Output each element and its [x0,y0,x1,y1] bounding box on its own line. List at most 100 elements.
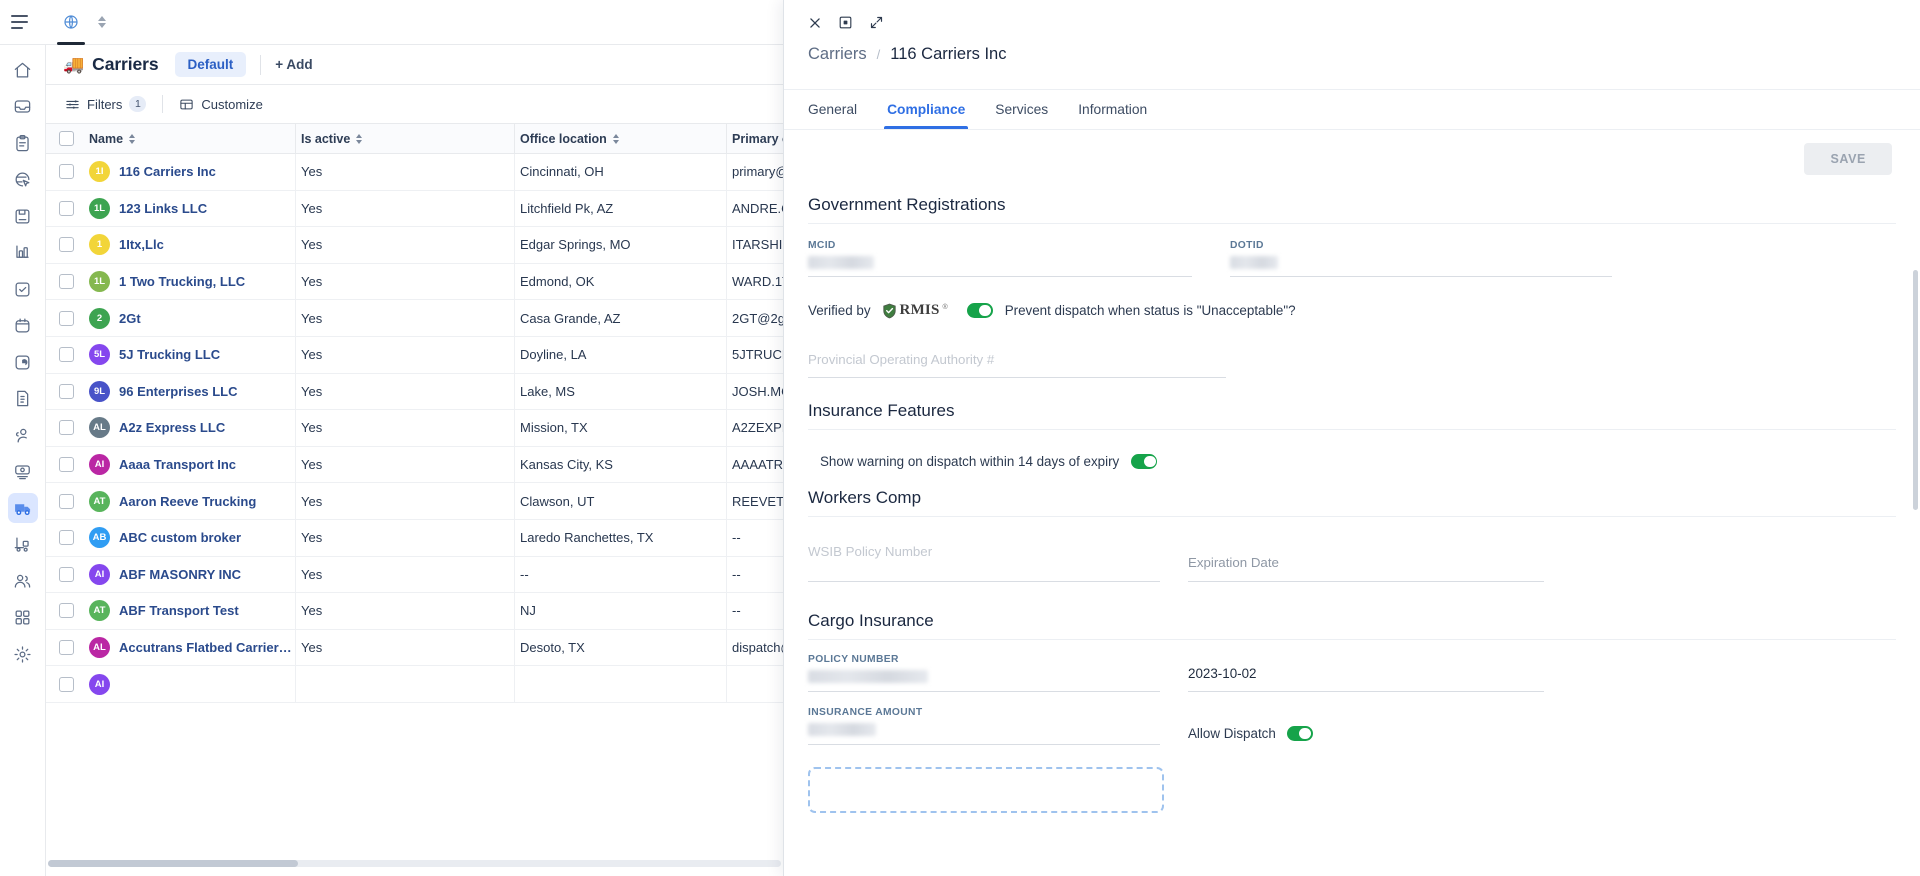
cell-office-location: Edmond, OK [514,263,726,300]
carrier-name-link[interactable]: 1Itx,Llc [119,237,164,252]
cell-office-location [514,666,726,702]
carrier-name-link[interactable]: 2Gt [119,311,141,326]
cargo-expiration-date-group: 2023-10-02 [1188,665,1544,692]
row-checkbox[interactable] [59,530,74,546]
row-checkbox[interactable] [59,640,74,656]
row-checkbox[interactable] [59,457,74,473]
provincial-operating-authority-input[interactable]: Provincial Operating Authority # [808,351,1226,378]
hamburger-icon[interactable] [11,10,35,34]
cargo-policy-number-input[interactable] [808,670,1160,692]
col-header-name-label: Name [89,131,124,146]
tab-services[interactable]: Services [995,90,1048,129]
carrier-name-link[interactable]: 5J Trucking LLC [119,347,220,362]
top-tab-globe[interactable] [54,0,88,45]
col-header-office-location[interactable]: Office location [514,124,726,153]
sort-caret-icon[interactable] [98,16,106,28]
compliance-form: SAVE Government Registrations MCID DOTID [784,130,1920,876]
sidebar-item-invoices[interactable] [8,384,38,414]
sidebar-item-inbox[interactable] [8,92,38,122]
filters-button[interactable]: Filters 1 [65,96,147,112]
expiry-warning-toggle[interactable] [1131,454,1158,469]
carrier-name-link[interactable]: ABF Transport Test [119,603,239,618]
expand-icon[interactable] [869,15,884,30]
row-checkbox[interactable] [59,566,74,582]
row-checkbox[interactable] [59,274,74,290]
sidebar-item-customers[interactable] [8,420,38,450]
carrier-name-link[interactable]: A2z Express LLC [119,420,225,435]
sidebar-item-quotes[interactable] [8,165,38,195]
rmis-wordmark: RMIS [899,302,940,318]
sidebar-item-calendar[interactable] [8,311,38,341]
cell-is-active: Yes [295,483,514,519]
carrier-name-link[interactable]: 123 Links LLC [119,201,207,216]
row-checkbox[interactable] [59,200,74,216]
sidebar-item-analytics[interactable] [8,347,38,377]
tab-information[interactable]: Information [1078,90,1147,129]
sort-icon-name[interactable] [129,133,136,144]
dock-icon[interactable] [838,15,853,30]
sort-icon-is-active[interactable] [356,133,363,144]
prevent-dispatch-toggle[interactable] [966,303,993,318]
sidebar-item-save[interactable] [8,201,38,231]
invoice-icon [17,390,29,407]
horizontal-scrollbar[interactable] [46,854,783,876]
close-icon[interactable] [808,16,822,30]
sidebar-item-carriers[interactable] [7,493,38,523]
panel-vertical-scrollbar[interactable] [1913,270,1918,510]
sidebar-item-apps[interactable] [8,603,38,633]
tab-compliance[interactable]: Compliance [884,90,969,129]
select-all-checkbox[interactable] [59,131,74,146]
allow-dispatch-toggle[interactable] [1286,726,1313,741]
tab-general[interactable]: General [808,90,857,129]
row-checkbox[interactable] [59,164,74,180]
row-checkbox[interactable] [59,493,74,509]
carrier-name-link[interactable]: 116 Carriers Inc [119,164,216,179]
cell-is-active: Yes [295,556,514,593]
carrier-name-link[interactable]: Accutrans Flatbed Carriers... [119,640,295,655]
sidebar-item-payments[interactable] [8,457,38,487]
sidebar-item-reports[interactable] [8,238,38,268]
carrier-name-link[interactable]: 96 Enterprises LLC [119,384,238,399]
cargo-insurance-amount-input[interactable] [808,723,1160,745]
avatar: 1 [89,234,110,256]
view-chip-default[interactable]: Default [174,52,247,77]
sort-icon-office-location[interactable] [612,133,619,144]
sidebar-item-users[interactable] [8,566,38,596]
col-header-is-active[interactable]: Is active [295,124,514,153]
rmis-logo: RMIS ® [882,302,948,319]
row-checkbox[interactable] [59,383,74,399]
file-dropzone[interactable] [808,767,1164,813]
gear-icon [14,645,31,663]
row-checkbox[interactable] [59,347,74,363]
sidebar-item-home[interactable] [8,55,38,85]
hscroll-thumb[interactable] [48,860,298,867]
cargo-expiration-date-value: 2023-10-02 [1188,666,1257,681]
row-checkbox[interactable] [59,603,74,619]
mcid-input[interactable] [808,256,1192,277]
cargo-expiration-date-input[interactable]: 2023-10-02 [1188,665,1544,692]
wsib-policy-number-input[interactable]: WSIB Policy Number [808,543,1160,582]
save-button[interactable]: SAVE [1804,143,1892,175]
sidebar-item-clipboard[interactable] [8,128,38,158]
customize-button[interactable]: Customize [179,97,263,112]
carrier-name-link[interactable]: 1 Two Trucking, LLC [119,274,245,289]
sidebar-item-settings[interactable] [8,639,38,669]
col-header-name[interactable]: Name [87,132,295,146]
add-button[interactable]: + Add [275,57,312,72]
breadcrumb-parent[interactable]: Carriers [808,45,867,64]
sidebar-item-warehouse[interactable] [8,530,38,560]
carrier-name-link[interactable]: Aaron Reeve Trucking [119,494,256,509]
row-checkbox[interactable] [59,420,74,436]
workers-comp-expiration-date-input[interactable]: Expiration Date [1188,543,1544,582]
carrier-name-link[interactable]: ABF MASONRY INC [119,567,241,582]
row-checkbox[interactable] [59,310,74,326]
hscroll-track[interactable] [48,860,781,867]
row-checkbox[interactable] [59,676,74,692]
row-checkbox[interactable] [59,237,74,253]
sidebar-item-tasks[interactable] [8,274,38,304]
carrier-name-link[interactable]: ABC custom broker [119,530,241,545]
row-select-cell [46,566,87,582]
dotid-input[interactable] [1230,256,1612,277]
globe-icon [64,15,78,29]
carrier-name-link[interactable]: Aaaa Transport Inc [119,457,236,472]
